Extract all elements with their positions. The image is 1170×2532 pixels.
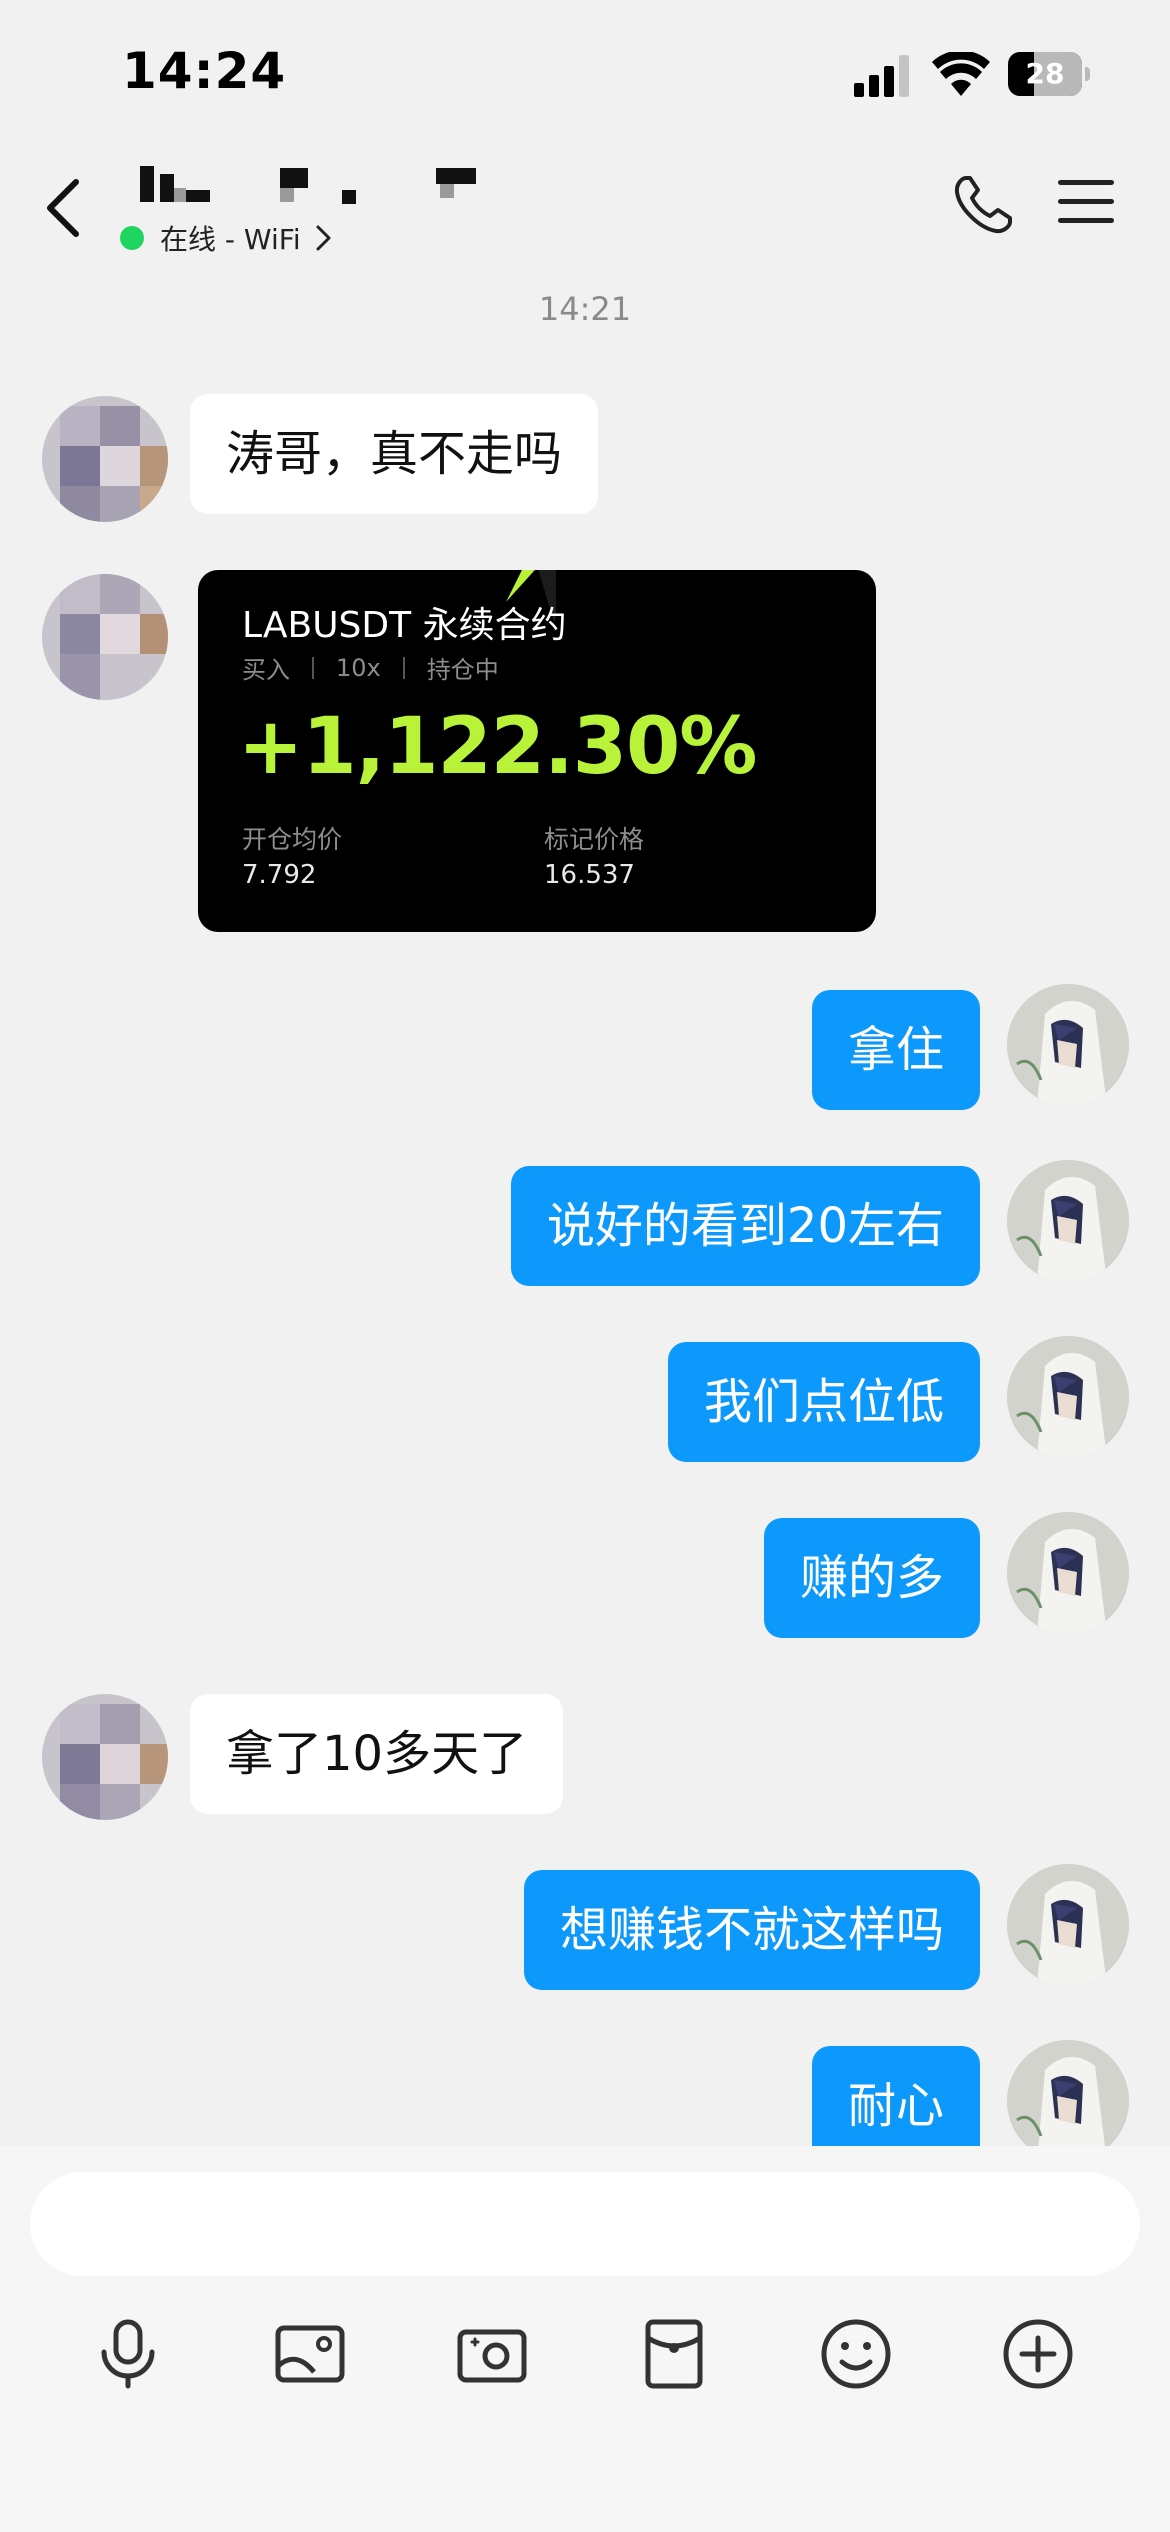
message-bubble-outgoing[interactable]: 想赚钱不就这样吗 <box>523 1870 980 1990</box>
trade-pnl: +1,122.30% <box>238 702 757 792</box>
my-avatar[interactable] <box>1007 2040 1129 2146</box>
message-bubble-outgoing[interactable]: 赚的多 <box>763 1518 980 1638</box>
chat-messages[interactable]: 14:21 涛哥，真不走吗 LABUSDT 永续合约 买入 10x 持仓中 +1… <box>0 270 1170 2146</box>
trade-leverage: 10x <box>336 653 381 682</box>
my-avatar[interactable] <box>1007 1864 1129 1986</box>
message-bubble-outgoing[interactable]: 耐心 <box>811 2046 980 2146</box>
message-input[interactable] <box>30 2172 1140 2276</box>
contact-avatar[interactable] <box>42 1694 168 1820</box>
trade-status: 持仓中 <box>426 656 499 684</box>
plus-icon[interactable] <box>998 2314 1078 2394</box>
phone-call-icon[interactable] <box>952 174 1014 236</box>
cellular-signal-icon <box>854 55 909 97</box>
contact-avatar[interactable] <box>42 574 168 700</box>
red-packet-icon[interactable] <box>634 2314 714 2394</box>
camera-icon[interactable] <box>452 2314 532 2394</box>
mark-price-value: 16.537 <box>544 860 635 890</box>
emoji-icon[interactable] <box>816 2314 896 2394</box>
gallery-icon[interactable] <box>270 2314 350 2394</box>
my-avatar[interactable] <box>1007 984 1129 1106</box>
message-bubble-incoming[interactable]: 涛哥，真不走吗 <box>190 394 599 514</box>
more-menu-icon[interactable] <box>1058 180 1114 228</box>
entry-price-value: 7.792 <box>242 860 317 890</box>
message-bubble-outgoing[interactable]: 说好的看到20左右 <box>510 1166 980 1286</box>
mark-price-label: 标记价格 <box>544 825 645 854</box>
contact-name-redacted[interactable] <box>140 160 490 210</box>
my-avatar[interactable] <box>1007 1160 1129 1282</box>
trade-side: 买入 <box>242 656 290 684</box>
message-timestamp: 14:21 <box>538 290 632 328</box>
online-dot-icon <box>120 226 144 250</box>
battery-level: 28 <box>1025 57 1065 90</box>
chat-header: 在线 - WiFi <box>0 150 1170 270</box>
composer <box>0 2146 1170 2532</box>
message-bubble-incoming[interactable]: 拿了10多天了 <box>190 1694 564 1814</box>
entry-price-label: 开仓均价 <box>242 825 343 854</box>
trade-meta: 买入 10x 持仓中 <box>242 650 499 685</box>
battery-icon: 28 <box>1008 52 1090 98</box>
trade-pair: LABUSDT 永续合约 <box>242 605 567 646</box>
contact-avatar[interactable] <box>42 396 168 522</box>
chevron-right-icon <box>316 225 331 251</box>
back-arrow-icon[interactable] <box>40 176 90 240</box>
my-avatar[interactable] <box>1007 1336 1129 1458</box>
trade-position-card[interactable]: LABUSDT 永续合约 买入 10x 持仓中 +1,122.30% 开仓均价 … <box>198 570 876 932</box>
microphone-icon[interactable] <box>88 2314 168 2394</box>
wifi-icon <box>932 52 990 96</box>
status-bar: 14:24 28 <box>0 0 1170 150</box>
presence-text: 在线 - WiFi <box>160 223 301 256</box>
message-bubble-outgoing[interactable]: 我们点位低 <box>667 1342 980 1462</box>
presence-status[interactable]: 在线 - WiFi <box>120 218 333 258</box>
my-avatar[interactable] <box>1007 1512 1129 1634</box>
status-time: 14:24 <box>122 42 287 100</box>
message-bubble-outgoing[interactable]: 拿住 <box>811 990 980 1110</box>
